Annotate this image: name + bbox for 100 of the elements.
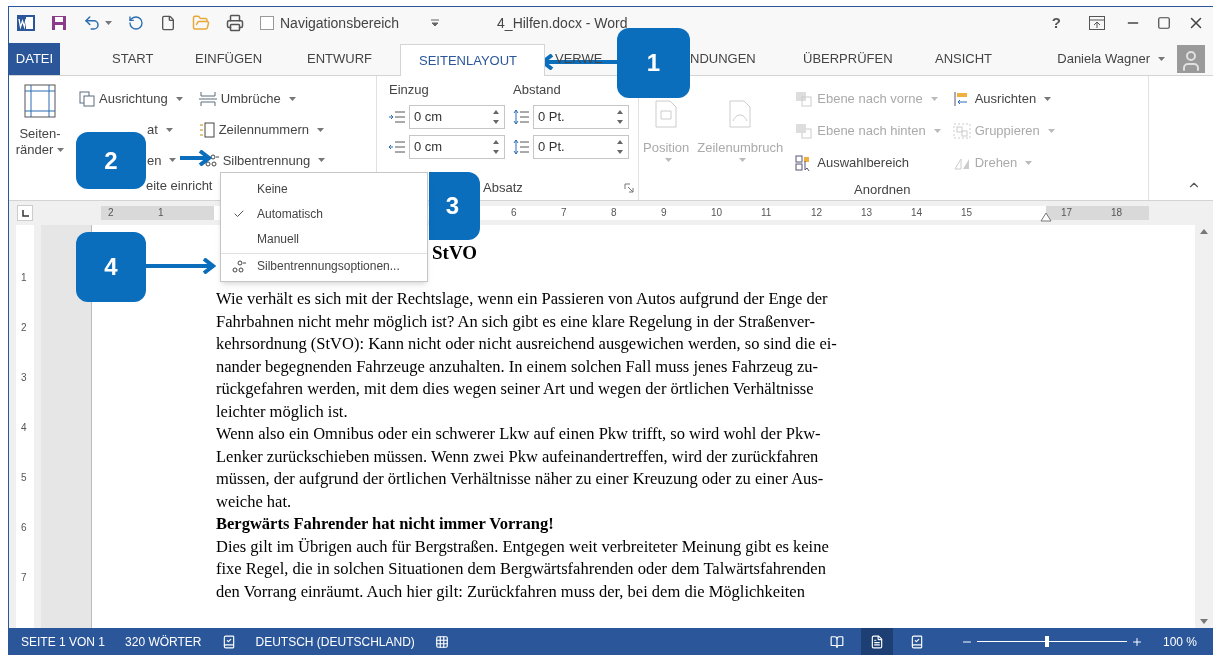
ribbon-command[interactable]: Silbentrennung: [204, 150, 326, 171]
ribbon-tab[interactable]: EINFÜGEN: [185, 43, 295, 75]
spin-field[interactable]: 0 cm: [409, 134, 505, 159]
ribbon-command[interactable]: Umbrüche: [198, 89, 296, 109]
user-name[interactable]: Daniela Wagner: [1057, 49, 1150, 69]
spin-field[interactable]: 0 Pt.: [533, 104, 629, 129]
callout-badge: 1: [617, 28, 690, 98]
section-heading: Bergwärts Fahrender hat nicht immer Vorrang!: [216, 513, 554, 535]
callout-arrow: [180, 150, 212, 166]
callout-arrow: [146, 258, 216, 274]
dropdown-caret-icon: [1044, 97, 1052, 101]
send-backward-icon: [795, 123, 814, 139]
word-logo-icon[interactable]: [17, 14, 35, 32]
page-orientation-icon: [79, 91, 95, 107]
ribbon-display-icon[interactable]: [1089, 16, 1105, 30]
callout-badge: 4: [76, 232, 146, 302]
dropdown-caret-icon: [169, 158, 177, 163]
customize-toolbar-icon[interactable]: [431, 19, 440, 27]
navigation-pane-checkbox[interactable]: Navigationsbereich: [260, 12, 400, 34]
document-page-icon: [655, 100, 678, 128]
ruler-number: 6: [21, 522, 27, 534]
spin-field[interactable]: 0 Pt.: [533, 134, 629, 159]
spin-field[interactable]: 0 cm: [409, 104, 505, 129]
text-line: Wie verhält es sich mit der Rechtslage, wenn ein Passieren von Autos aufgrund der Enge der: [216, 288, 828, 310]
ruler-number: 2: [21, 322, 27, 334]
ribbon-command[interactable]: Auswahlbereich: [795, 148, 941, 178]
language-indicator[interactable]: DEUTSCH (DEUTSCHLAND): [255, 632, 415, 651]
macro-icon[interactable]: [434, 634, 449, 649]
avatar-placeholder: [1177, 45, 1205, 73]
new-document-icon[interactable]: [160, 15, 176, 31]
callout-badge: 3: [429, 172, 480, 240]
ruler-number: 17: [1061, 206, 1073, 220]
ribbon-command[interactable]: Ausrichtung: [79, 89, 183, 109]
dropdown-caret-icon: [1158, 57, 1165, 61]
ribbon-command[interactable]: Zeilennummern: [198, 119, 324, 140]
text-line: leichter möglich ist.: [216, 400, 348, 423]
dropdown-caret-icon: [165, 127, 173, 132]
save-icon[interactable]: [51, 15, 67, 31]
menu-item[interactable]: Manuell: [221, 226, 427, 251]
ruler-number: 7: [21, 572, 27, 584]
ribbon-command[interactable]: Ausrichten: [952, 84, 1055, 114]
printer-icon[interactable]: [226, 14, 244, 32]
redo-icon[interactable]: [128, 15, 144, 31]
margins-button[interactable]: Seiten- ränder: [9, 80, 71, 176]
ribbon-tab[interactable]: NDUNGEN: [690, 43, 790, 75]
indent-marker-icon[interactable]: [1040, 212, 1052, 222]
menu-item[interactable]: Silbentrennungsoptionen...: [221, 253, 427, 278]
ribbon-tab[interactable]: ANSICHT: [925, 43, 1020, 75]
scroll-down-icon[interactable]: [1200, 619, 1208, 624]
page-break-icon: [198, 91, 217, 107]
text-line: Wenn also ein Omnibus oder ein schwerer Lkw auf einen Pkw trifft, so wird wohl der Pkw-: [216, 423, 821, 445]
tab-selector[interactable]: [17, 205, 33, 221]
dropdown-caret-icon: [1025, 161, 1033, 165]
line-numbers-icon: [198, 121, 215, 138]
zoom-in-icon[interactable]: [1130, 635, 1143, 648]
ruler-number: 7: [561, 206, 567, 220]
undo-icon[interactable]: [83, 14, 101, 32]
scroll-up-icon[interactable]: [1200, 229, 1208, 234]
text-line: Dies gilt im Übrigen auch für Bergstraßen. Entgegen weit verbreiteter Meinung gibt es keine: [216, 535, 829, 558]
margins-icon: [24, 84, 56, 118]
dropdown-caret-icon: [664, 157, 672, 162]
dropdown-caret-icon: [175, 97, 183, 101]
zoom-percentage[interactable]: 100 %: [1162, 632, 1197, 651]
ribbon-command[interactable]: at: [147, 119, 173, 140]
menu-item[interactable]: Automatisch: [221, 201, 427, 226]
ribbon-command[interactable]: en: [147, 150, 177, 171]
group-label: eite einricht: [146, 177, 213, 192]
indent-right-icon: [389, 139, 405, 154]
ribbon-tab[interactable]: SEITENLAYOUT: [400, 44, 545, 76]
ribbon-tab[interactable]: ENTWURF: [295, 43, 400, 75]
ruler-number: 8: [611, 206, 617, 220]
ruler-number: 14: [911, 206, 923, 220]
ribbon-tab[interactable]: ÜBERPRÜFEN: [790, 43, 925, 75]
text-line: fixe Regel, die in solchen Situationen dem Bergwärtsfahrenden oder dem Talwärtsfahrenden: [216, 558, 826, 580]
text-line: Lenker zurückschieben müssen. Wenn zwei Pkw aufeinandertreffen, wird der zurückfahren: [216, 445, 819, 468]
ruler-number: 6: [511, 206, 517, 220]
ruler-number: 12: [811, 206, 823, 220]
menu-item[interactable]: Keine: [221, 176, 427, 201]
hyphenation-icon: [204, 153, 219, 168]
help-button[interactable]: ?: [1043, 11, 1069, 35]
ribbon-tab[interactable]: START: [60, 43, 185, 75]
ruler-number: 11: [761, 206, 772, 220]
text-line: müssen, der aufgrund der örtlichen Verhältnisse näher zu einer Kreuzung oder zu einer Aus-: [216, 468, 824, 490]
zoom-thumb[interactable]: [1045, 636, 1050, 647]
ruler-number: 4: [21, 422, 27, 434]
checkbox[interactable]: [260, 16, 274, 30]
proofing-icon[interactable]: [221, 634, 236, 649]
ruler-number: 13: [861, 206, 873, 220]
bring-forward-icon: [795, 91, 814, 107]
word-count[interactable]: 320 WÖRTER: [125, 632, 202, 651]
page-count[interactable]: SEITE 1 VON 1: [21, 632, 106, 651]
ruler-number: 1: [21, 272, 27, 284]
print-layout-icon[interactable]: [860, 628, 893, 655]
text-line: rückgefahren werden, mit dem dies wegen seiner Art und wegen der örtlichen Verhältnisse: [216, 378, 814, 400]
file-tab[interactable]: DATEI: [9, 43, 60, 75]
spacing-after-icon: [513, 138, 529, 155]
dialog-launcher-icon[interactable]: [624, 183, 634, 193]
ruler-number: 9: [661, 206, 667, 220]
maximize-icon[interactable]: [1157, 16, 1171, 30]
zoom-slider[interactable]: [976, 636, 1127, 647]
